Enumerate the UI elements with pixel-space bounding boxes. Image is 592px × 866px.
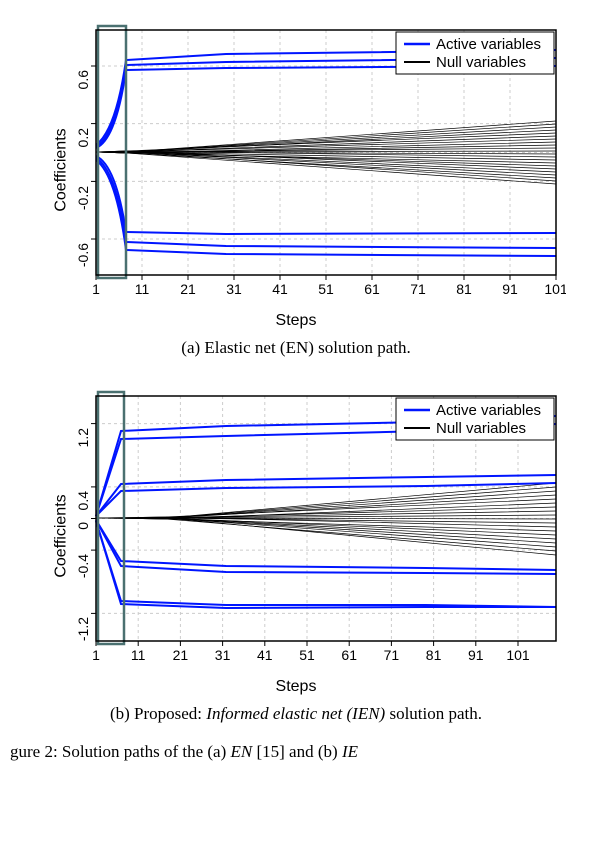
svg-text:31: 31 [226, 281, 242, 297]
chart-b-xlabel: Steps [26, 678, 566, 696]
legend-active-label: Active variables [436, 36, 541, 53]
svg-text:1.2: 1.2 [75, 428, 91, 448]
svg-text:81: 81 [426, 647, 442, 663]
svg-text:0.6: 0.6 [75, 70, 91, 90]
svg-text:1: 1 [92, 281, 100, 297]
svg-text:31: 31 [215, 647, 231, 663]
chart-b-caption: (b) Proposed: Informed elastic net (IEN)… [0, 704, 592, 724]
svg-text:81: 81 [456, 281, 472, 297]
svg-text:51: 51 [318, 281, 334, 297]
svg-text:41: 41 [257, 647, 273, 663]
svg-text:91: 91 [502, 281, 518, 297]
chart-b-xticks: 1 11 21 31 41 51 61 71 81 91 101 [92, 647, 530, 663]
svg-text:11: 11 [135, 281, 150, 297]
legend-null-label: Null variables [436, 54, 526, 71]
svg-text:1: 1 [92, 647, 100, 663]
chart-b-svg: -1.2 -0.4 0 0.4 1.2 1 11 21 31 41 51 61 … [26, 376, 566, 676]
svg-text:71: 71 [384, 647, 400, 663]
svg-text:-0.6: -0.6 [75, 243, 91, 267]
svg-text:101: 101 [544, 281, 566, 297]
svg-text:51: 51 [299, 647, 315, 663]
chart-a-caption-text: (a) Elastic net (EN) solution path. [181, 338, 410, 357]
svg-text:71: 71 [410, 281, 426, 297]
chart-b-ylabel: Coefficients [53, 494, 71, 577]
figure-container: Coefficients [0, 0, 592, 762]
svg-text:61: 61 [341, 647, 357, 663]
svg-text:0.2: 0.2 [75, 128, 91, 148]
svg-text:21: 21 [173, 647, 189, 663]
svg-text:-0.4: -0.4 [75, 554, 91, 578]
chart-a-legend: Active variables Null variables [396, 32, 554, 74]
chart-a-wrap: Coefficients [26, 10, 566, 330]
svg-text:41: 41 [272, 281, 288, 297]
chart-b-yticks: -1.2 -0.4 0 0.4 1.2 [75, 428, 91, 641]
svg-text:0: 0 [75, 522, 91, 530]
svg-text:101: 101 [506, 647, 530, 663]
chart-a-xlabel: Steps [26, 312, 566, 330]
figure-bottom-caption: gure 2: Solution paths of the (a) EN [15… [0, 742, 592, 762]
chart-a-yticks: -0.6 -0.2 0.2 0.6 [75, 70, 91, 267]
legend-null-label-b: Null variables [436, 420, 526, 437]
chart-b-wrap: Coefficients [26, 376, 566, 696]
svg-text:91: 91 [468, 647, 484, 663]
chart-a-caption: (a) Elastic net (EN) solution path. [0, 338, 592, 358]
svg-text:21: 21 [180, 281, 196, 297]
chart-b-legend: Active variables Null variables [396, 398, 554, 440]
svg-text:-1.2: -1.2 [75, 617, 91, 641]
chart-a-ylabel: Coefficients [53, 128, 71, 211]
svg-text:11: 11 [131, 647, 146, 663]
svg-text:-0.2: -0.2 [75, 186, 91, 210]
svg-text:0.4: 0.4 [75, 491, 91, 511]
svg-text:61: 61 [364, 281, 380, 297]
chart-a-xticks: 1 11 21 31 41 51 61 71 81 91 101 [92, 281, 566, 297]
chart-a-svg: -0.6 -0.2 0.2 0.6 1 11 21 31 41 51 61 71… [26, 10, 566, 310]
legend-active-label-b: Active variables [436, 402, 541, 419]
